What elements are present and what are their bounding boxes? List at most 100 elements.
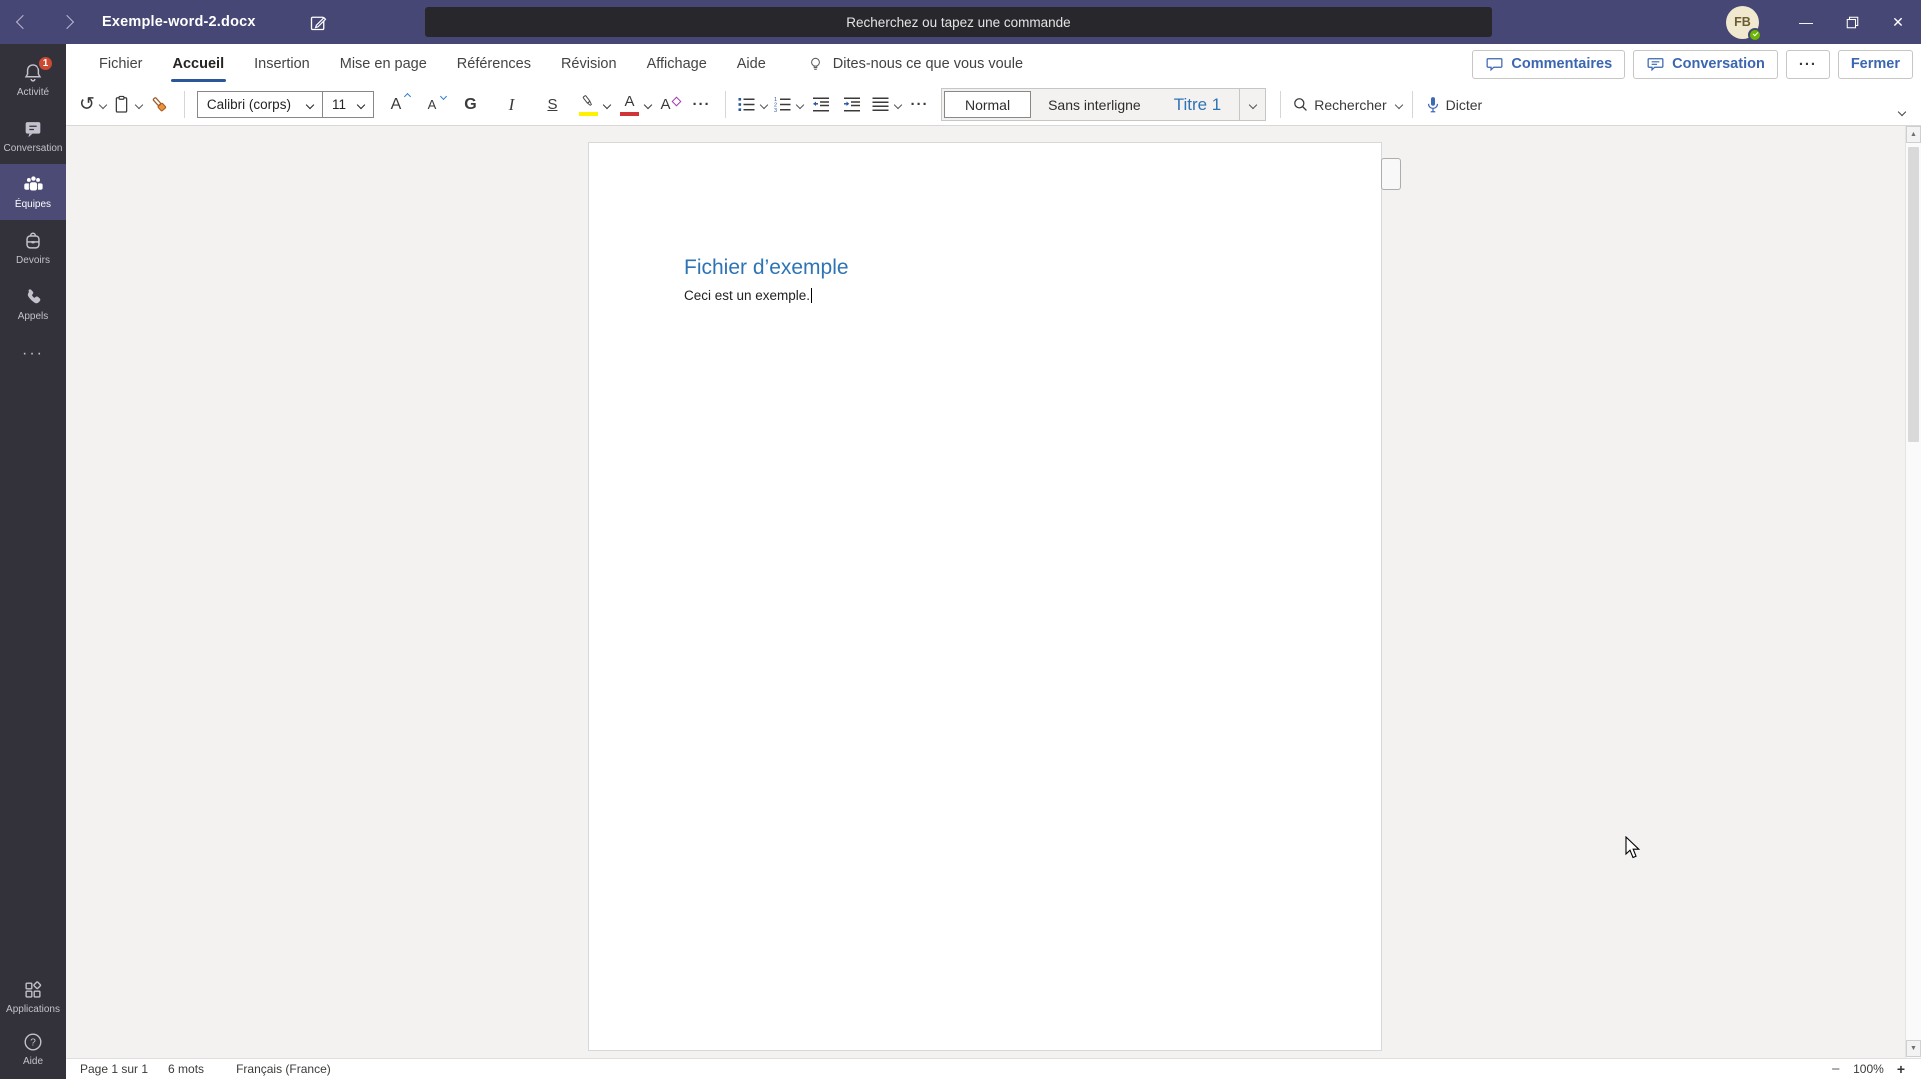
style-no-spacing[interactable]: Sans interligne bbox=[1033, 89, 1156, 120]
tab-label: Révision bbox=[561, 56, 617, 72]
scrollbar-thumb[interactable] bbox=[1908, 147, 1919, 442]
tab-label: Accueil bbox=[173, 56, 225, 72]
paste-button[interactable] bbox=[112, 90, 142, 120]
back-button[interactable] bbox=[16, 15, 30, 29]
rename-button[interactable] bbox=[308, 12, 329, 33]
comment-bubble-icon bbox=[1485, 56, 1504, 73]
style-heading1[interactable]: Titre 1 bbox=[1156, 89, 1240, 120]
font-name-select[interactable]: Calibri (corps) bbox=[198, 92, 322, 117]
clear-formatting-button[interactable]: A bbox=[658, 90, 683, 120]
document-body-text: Ceci est un exemple. bbox=[684, 288, 812, 303]
format-painter-button[interactable] bbox=[148, 90, 173, 120]
sidebar-item-chat[interactable]: Conversation bbox=[0, 108, 66, 164]
tab-revision[interactable]: Révision bbox=[546, 44, 632, 84]
italic-button[interactable]: I bbox=[499, 90, 524, 120]
scroll-up-button[interactable]: ▲ bbox=[1906, 126, 1921, 143]
collapse-ribbon-button[interactable] bbox=[1898, 108, 1906, 116]
decrease-indent-button[interactable] bbox=[809, 90, 834, 120]
divider bbox=[1280, 91, 1281, 118]
style-label: Sans interligne bbox=[1048, 97, 1141, 113]
grow-font-button[interactable]: A bbox=[381, 90, 411, 120]
tab-accueil[interactable]: Accueil bbox=[158, 44, 240, 84]
chevron-down-icon bbox=[135, 100, 143, 108]
italic-label: I bbox=[509, 95, 515, 115]
word-count: 6 mots bbox=[168, 1062, 204, 1076]
divider bbox=[725, 91, 726, 118]
tab-fichier[interactable]: Fichier bbox=[84, 44, 158, 84]
font-color-button[interactable]: A bbox=[617, 90, 642, 120]
chevron-down-icon bbox=[357, 100, 365, 108]
close-button[interactable]: ✕ bbox=[1875, 0, 1921, 44]
increase-indent-icon bbox=[842, 96, 862, 113]
close-icon: ✕ bbox=[1892, 14, 1904, 31]
ribbon-more-button[interactable]: ··· bbox=[1786, 50, 1830, 79]
bullets-button[interactable] bbox=[737, 90, 767, 120]
sidebar-item-help[interactable]: ? Aide bbox=[0, 1023, 66, 1075]
tab-affichage[interactable]: Affichage bbox=[632, 44, 722, 84]
scroll-down-icon: ▼ bbox=[1910, 1045, 1917, 1052]
lightbulb-icon bbox=[807, 54, 824, 74]
underline-button[interactable]: S bbox=[540, 90, 565, 120]
style-normal[interactable]: Normal bbox=[944, 91, 1031, 118]
sidebar-item-assignments[interactable]: Devoirs bbox=[0, 220, 66, 276]
grow-font-label: A bbox=[391, 96, 402, 114]
bulleted-list-icon bbox=[737, 96, 756, 113]
comments-button[interactable]: Commentaires bbox=[1472, 50, 1625, 79]
restore-icon bbox=[1845, 15, 1860, 30]
backpack-icon bbox=[22, 230, 44, 252]
sidebar-item-label: Devoirs bbox=[16, 255, 50, 266]
undo-button[interactable]: ↺ bbox=[79, 90, 106, 120]
scroll-down-button[interactable]: ▼ bbox=[1906, 1040, 1921, 1057]
tab-insertion[interactable]: Insertion bbox=[239, 44, 325, 84]
find-label: Rechercher bbox=[1314, 97, 1386, 113]
restore-button[interactable] bbox=[1829, 0, 1875, 44]
alignment-button[interactable] bbox=[871, 90, 901, 120]
highlight-button[interactable] bbox=[576, 90, 601, 120]
avatar[interactable]: FB bbox=[1726, 6, 1759, 39]
page-side-tab[interactable] bbox=[1381, 158, 1401, 190]
tab-label: Aide bbox=[737, 56, 766, 72]
document-page[interactable]: Fichier d’exemple Ceci est un exemple. bbox=[588, 142, 1382, 1051]
clipboard-icon bbox=[112, 94, 131, 115]
sidebar-item-label: Applications bbox=[6, 1004, 60, 1015]
tab-aide[interactable]: Aide bbox=[722, 44, 781, 84]
paragraph-more-button[interactable]: ··· bbox=[907, 90, 932, 120]
shrink-font-button[interactable]: A bbox=[417, 90, 447, 120]
font-size-select[interactable]: 11 bbox=[322, 92, 373, 117]
sidebar-item-calls[interactable]: Appels bbox=[0, 276, 66, 332]
chevron-left-icon bbox=[16, 15, 30, 29]
more-icon: ··· bbox=[22, 345, 44, 363]
sidebar-item-activity[interactable]: Activité 1 bbox=[0, 52, 66, 108]
chevron-down-icon bbox=[1249, 100, 1257, 108]
font-more-button[interactable]: ··· bbox=[689, 90, 714, 120]
shrink-font-label: A bbox=[428, 97, 437, 112]
sidebar-item-apps[interactable]: Applications bbox=[0, 971, 66, 1023]
bold-button[interactable]: G bbox=[458, 90, 483, 120]
tab-mise-en-page[interactable]: Mise en page bbox=[325, 44, 442, 84]
zoom-out-button[interactable]: − bbox=[1831, 1061, 1840, 1078]
vertical-scrollbar[interactable]: ▲ ▼ bbox=[1905, 126, 1921, 1058]
chevron-down-icon bbox=[603, 100, 611, 108]
sidebar-item-teams[interactable]: Équipes bbox=[0, 164, 66, 220]
sidebar-more-button[interactable]: ··· bbox=[0, 332, 66, 376]
close-document-button[interactable]: Fermer bbox=[1838, 50, 1913, 79]
increase-indent-button[interactable] bbox=[840, 90, 865, 120]
chat-icon bbox=[22, 118, 44, 140]
text-caret bbox=[811, 288, 812, 303]
clear-format-label: A bbox=[660, 96, 670, 113]
tab-label: Références bbox=[457, 56, 531, 72]
close-document-label: Fermer bbox=[1851, 56, 1900, 72]
tell-me-button[interactable]: Dites-nous ce que vous voule bbox=[807, 54, 1023, 74]
minimize-button[interactable]: — bbox=[1783, 0, 1829, 44]
numbering-button[interactable]: 1 2 3 bbox=[773, 90, 803, 120]
microphone-icon bbox=[1424, 95, 1442, 115]
zoom-in-button[interactable]: + bbox=[1897, 1061, 1905, 1077]
find-button[interactable]: Rechercher bbox=[1291, 90, 1401, 120]
dictate-button[interactable]: Dicter bbox=[1424, 90, 1487, 120]
styles-gallery-expand-button[interactable] bbox=[1239, 89, 1265, 120]
tab-references[interactable]: Références bbox=[442, 44, 546, 84]
command-search-input[interactable] bbox=[425, 7, 1492, 37]
caret-down-icon bbox=[440, 92, 447, 99]
forward-button[interactable] bbox=[60, 15, 74, 29]
conversation-button[interactable]: Conversation bbox=[1633, 50, 1778, 79]
